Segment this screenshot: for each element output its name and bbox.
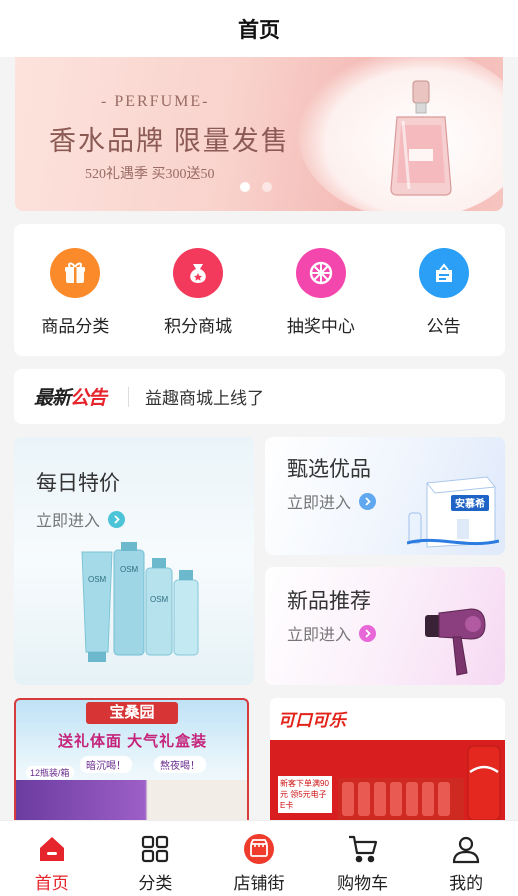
card-enter-link[interactable]: 立即进入 [287,489,377,513]
quick-link-label: 积分商城 [164,317,233,336]
chevron-right-icon [108,510,126,528]
card-link-label: 立即进入 [287,627,352,644]
card-enter-link[interactable]: 立即进入 [36,507,126,531]
banner-headline: 香水品牌 限量发售 [49,126,290,156]
ad-coca-cola[interactable]: 可口可乐 新客下单满90元 领5元电子E卡 [270,698,505,820]
notice-bar[interactable]: 最新公告 益趣商城上线了 [14,369,505,424]
top-bar: 首页 [0,0,518,57]
product-brand-text: OSM [88,575,107,584]
card-selected-products[interactable]: 甄选优品 立即进入 安慕希 [265,437,505,555]
quick-link-points-mall[interactable]: 积分商城 [137,224,260,356]
quick-link-category[interactable]: 商品分类 [14,224,137,356]
product-brand-text: OSM [150,595,169,604]
lottery-wheel-icon [295,248,346,298]
ad-brand: 宝桑园 [86,702,178,724]
tab-label: 购物车 [337,874,389,893]
banner-subtitle: - PERFUME- [101,93,210,110]
hair-dryer-image [425,608,486,676]
chevron-right-icon [359,624,377,642]
logo-part-black: 最新 [34,388,71,409]
quick-link-notice[interactable]: 公告 [382,224,505,356]
product-brand-text: 安慕希 [455,497,485,510]
quick-link-label: 公告 [426,317,461,336]
yogurt-box-image: 安慕希 [407,476,499,548]
banner-pagination [240,182,272,192]
card-title: 甄选优品 [287,458,371,481]
user-icon [450,833,482,865]
ad-product-box [16,780,247,820]
ad-badge: 12瓶装/箱 [26,766,74,779]
card-new-arrivals[interactable]: 新品推荐 立即进入 [265,567,505,685]
tab-category[interactable]: 分类 [104,821,208,896]
card-daily-special[interactable]: 每日特价 立即进入 OSM OSM OSM [14,437,254,685]
gift-icon [50,248,101,298]
tab-cart[interactable]: 购物车 [311,821,415,896]
tab-shop-street[interactable]: 店铺街 [207,821,311,896]
tab-profile[interactable]: 我的 [414,821,518,896]
points-bag-icon [173,248,224,298]
ad-tag: 熬夜喝！ [154,756,206,773]
card-enter-link[interactable]: 立即进入 [287,621,377,645]
cola-cans-image [338,745,501,820]
quick-link-label: 抽奖中心 [286,317,355,336]
tab-label: 我的 [449,874,484,893]
tab-home[interactable]: 首页 [0,821,104,896]
divider [128,386,130,407]
page-title: 首页 [238,18,280,42]
shop-street-icon [243,833,275,865]
promo-banner[interactable]: - PERFUME- 香水品牌 限量发售 520礼遇季 买300送50 [15,57,503,211]
category-grid-icon [139,833,171,865]
latest-notice-logo: 最新公告 [34,383,107,410]
chevron-right-icon [359,492,377,510]
card-title: 新品推荐 [287,590,371,613]
quick-links-panel: 商品分类 积分商城 抽奖中心 公告 [14,224,505,356]
card-title: 每日特价 [36,472,120,495]
tab-label: 分类 [138,874,173,893]
ad-slogan: 送礼体面 大气礼盒装 [58,733,208,750]
pagination-dot[interactable] [262,182,272,192]
notice-icon [418,248,469,298]
skincare-product-image: OSM OSM OSM [81,542,199,662]
perfume-bottle-image [390,80,452,196]
quick-link-lottery[interactable]: 抽奖中心 [260,224,383,356]
home-icon [36,833,68,865]
quick-link-label: 商品分类 [41,317,110,336]
ad-tag: 暗沉喝！ [80,756,132,773]
notice-text: 益趣商城上线了 [145,389,265,408]
ad-mulberry-gift[interactable]: 宝桑园 送礼体面 大气礼盒装 暗沉喝！ 熬夜喝！ 12瓶装/箱 [14,698,249,820]
card-link-label: 立即进入 [287,495,352,512]
tab-label: 店铺街 [233,874,285,893]
tab-label: 首页 [34,874,69,893]
ad-promo-text: 新客下单满90元 领5元电子E卡 [278,776,332,813]
pagination-dot-active[interactable] [240,182,250,192]
banner-promo: 520礼遇季 买300送50 [85,167,215,182]
product-brand-text: OSM [120,565,139,574]
logo-part-red: 公告 [70,388,107,409]
cart-icon [347,833,379,865]
bottom-tab-bar: 首页 分类 店铺街 购物车 我的 [0,820,518,896]
card-link-label: 立即进入 [36,513,101,530]
ad-brand: 可口可乐 [278,711,346,730]
